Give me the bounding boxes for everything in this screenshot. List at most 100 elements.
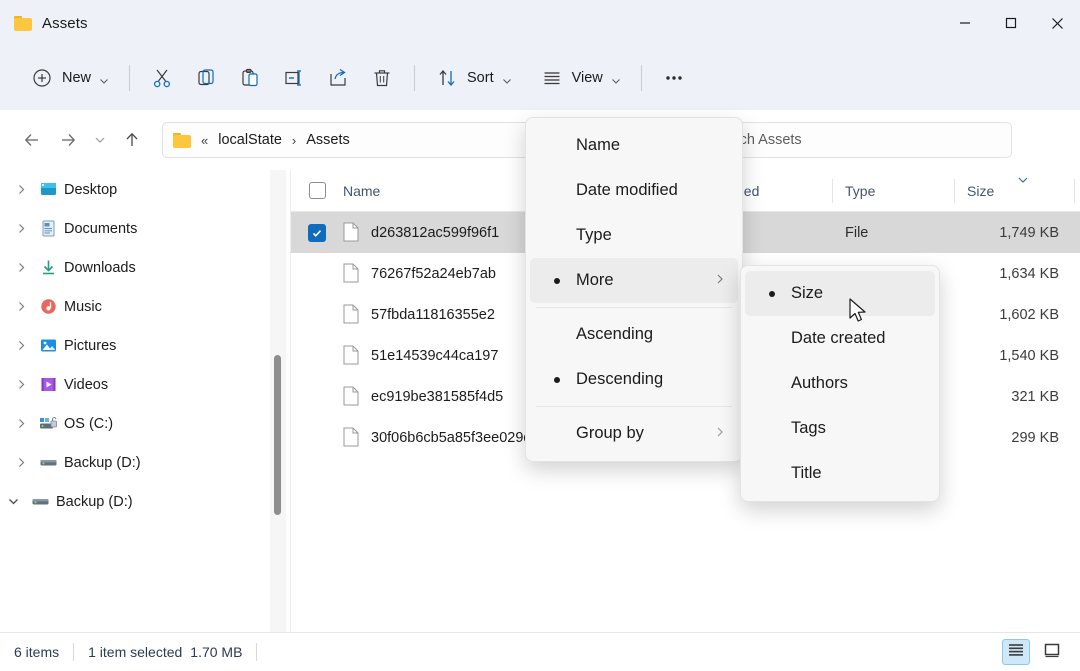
file-icon (343, 386, 361, 408)
close-button[interactable] (1034, 0, 1080, 46)
recent-locations-button[interactable] (86, 122, 114, 158)
file-size-cell: 1,602 KB (955, 307, 1075, 323)
maximize-button[interactable] (988, 0, 1034, 46)
view-button[interactable]: View (530, 59, 631, 97)
column-header-type[interactable]: Type (833, 170, 955, 212)
minimize-button[interactable] (942, 0, 988, 46)
status-divider (73, 643, 74, 661)
pictures-icon (38, 336, 58, 356)
chevron-right-icon[interactable] (10, 335, 32, 357)
sort-menu-item-more[interactable]: More (530, 258, 738, 303)
menu-divider (536, 307, 732, 308)
list-lines-icon (540, 66, 564, 90)
more-menu-item-tags[interactable]: Tags (745, 406, 935, 451)
column-header-size[interactable]: Size (955, 170, 1075, 212)
navigation-pane: Desktop Documents Downloads Music Pictur… (0, 170, 270, 632)
share-icon (326, 66, 350, 90)
paste-icon (238, 66, 262, 90)
chevron-right-icon[interactable] (10, 257, 32, 279)
selected-bullet-icon (554, 278, 560, 284)
status-divider-2 (256, 643, 257, 661)
sort-menu-item-ascending[interactable]: Ascending (530, 312, 738, 357)
copy-button[interactable] (184, 59, 228, 97)
sidebar-item-desktop[interactable]: Desktop (0, 170, 270, 209)
more-button[interactable] (652, 59, 696, 97)
sidebar-item-backup-d[interactable]: Backup (D:) (0, 443, 270, 482)
sidebar-item-downloads[interactable]: Downloads (0, 248, 270, 287)
chevron-right-icon[interactable] (10, 374, 32, 396)
view-label: View (572, 70, 603, 86)
sort-label: Sort (467, 70, 494, 86)
more-menu-item-authors[interactable]: Authors (745, 361, 935, 406)
menu-label: Tags (791, 419, 826, 438)
column-separator[interactable] (1074, 179, 1075, 203)
file-name: 51e14539c44ca197 (371, 348, 498, 364)
videos-icon (38, 375, 58, 395)
sidebar-item-documents[interactable]: Documents (0, 209, 270, 248)
chevron-right-icon[interactable] (10, 452, 32, 474)
details-view-toggle[interactable] (1002, 639, 1030, 665)
status-bar: 6 items 1 item selected 1.70 MB (0, 632, 1080, 671)
file-size-cell: 321 KB (955, 389, 1075, 405)
menu-label: Group by (576, 424, 644, 443)
window-title-group: Assets (0, 15, 88, 32)
details-view-icon (1007, 642, 1025, 663)
chevron-down-icon[interactable] (2, 491, 24, 513)
more-menu-item-title[interactable]: Title (745, 451, 935, 496)
submenu-chevron-right-icon (714, 272, 726, 290)
row-checkbox[interactable] (291, 224, 343, 242)
sidebar-item-music[interactable]: Music (0, 287, 270, 326)
forward-button[interactable] (50, 122, 86, 158)
sidebar-item-backup-d-expanded[interactable]: Backup (D:) (0, 482, 270, 521)
item-count: 6 items (14, 644, 59, 660)
sidebar-item-pictures[interactable]: Pictures (0, 326, 270, 365)
delete-button[interactable] (360, 59, 404, 97)
paste-button[interactable] (228, 59, 272, 97)
sidebar-item-os-c[interactable]: OS (C:) (0, 404, 270, 443)
file-name: ec919be381585f4d5 (371, 389, 503, 405)
sidebar-label: Pictures (64, 338, 116, 354)
sidebar-label: Desktop (64, 182, 117, 198)
sidebar-label: Videos (64, 377, 108, 393)
sort-menu-item-date-modified[interactable]: Date modified (530, 168, 738, 213)
chevron-right-icon[interactable] (10, 413, 32, 435)
file-type-cell: File (833, 225, 955, 241)
rename-button[interactable] (272, 59, 316, 97)
back-button[interactable] (14, 122, 50, 158)
toolbar-divider-2 (414, 65, 415, 91)
breadcrumb-assets[interactable]: Assets (306, 132, 350, 148)
more-menu-item-size[interactable]: Size (745, 271, 935, 316)
window-controls (942, 0, 1080, 46)
breadcrumb-localstate[interactable]: localState (218, 132, 282, 148)
more-submenu: Size Date created Authors Tags Title (740, 265, 940, 502)
more-menu-item-date-created[interactable]: Date created (745, 316, 935, 361)
sort-menu-item-type[interactable]: Type (530, 213, 738, 258)
sort-menu-item-descending[interactable]: Descending (530, 357, 738, 402)
sort-menu-item-name[interactable]: Name (530, 123, 738, 168)
large-icons-view-icon (1043, 642, 1061, 663)
file-size-cell: 1,749 KB (955, 225, 1075, 241)
chevron-right-icon[interactable] (10, 296, 32, 318)
copy-icon (194, 66, 218, 90)
os-drive-icon (38, 414, 58, 434)
cut-button[interactable] (140, 59, 184, 97)
ellipsis-icon (662, 66, 686, 90)
select-all-checkbox[interactable] (291, 170, 343, 212)
sidebar-item-videos[interactable]: Videos (0, 365, 270, 404)
search-box[interactable]: Search Assets (696, 122, 1012, 158)
menu-divider (536, 406, 732, 407)
up-button[interactable] (114, 122, 150, 158)
sidebar-label: Backup (D:) (56, 494, 133, 510)
breadcrumb-overflow[interactable]: « (199, 133, 210, 148)
share-button[interactable] (316, 59, 360, 97)
sidebar-scrollbar-thumb[interactable] (274, 355, 281, 515)
file-icon (343, 427, 361, 449)
sort-menu-item-group-by[interactable]: Group by (530, 411, 738, 456)
sort-descending-indicator-icon (1017, 173, 1029, 185)
sort-button[interactable]: Sort (425, 59, 522, 97)
large-icons-view-toggle[interactable] (1038, 639, 1066, 665)
sidebar-scrollbar[interactable] (270, 170, 286, 632)
chevron-right-icon[interactable] (10, 179, 32, 201)
chevron-right-icon[interactable] (10, 218, 32, 240)
new-button[interactable]: New (20, 59, 119, 97)
